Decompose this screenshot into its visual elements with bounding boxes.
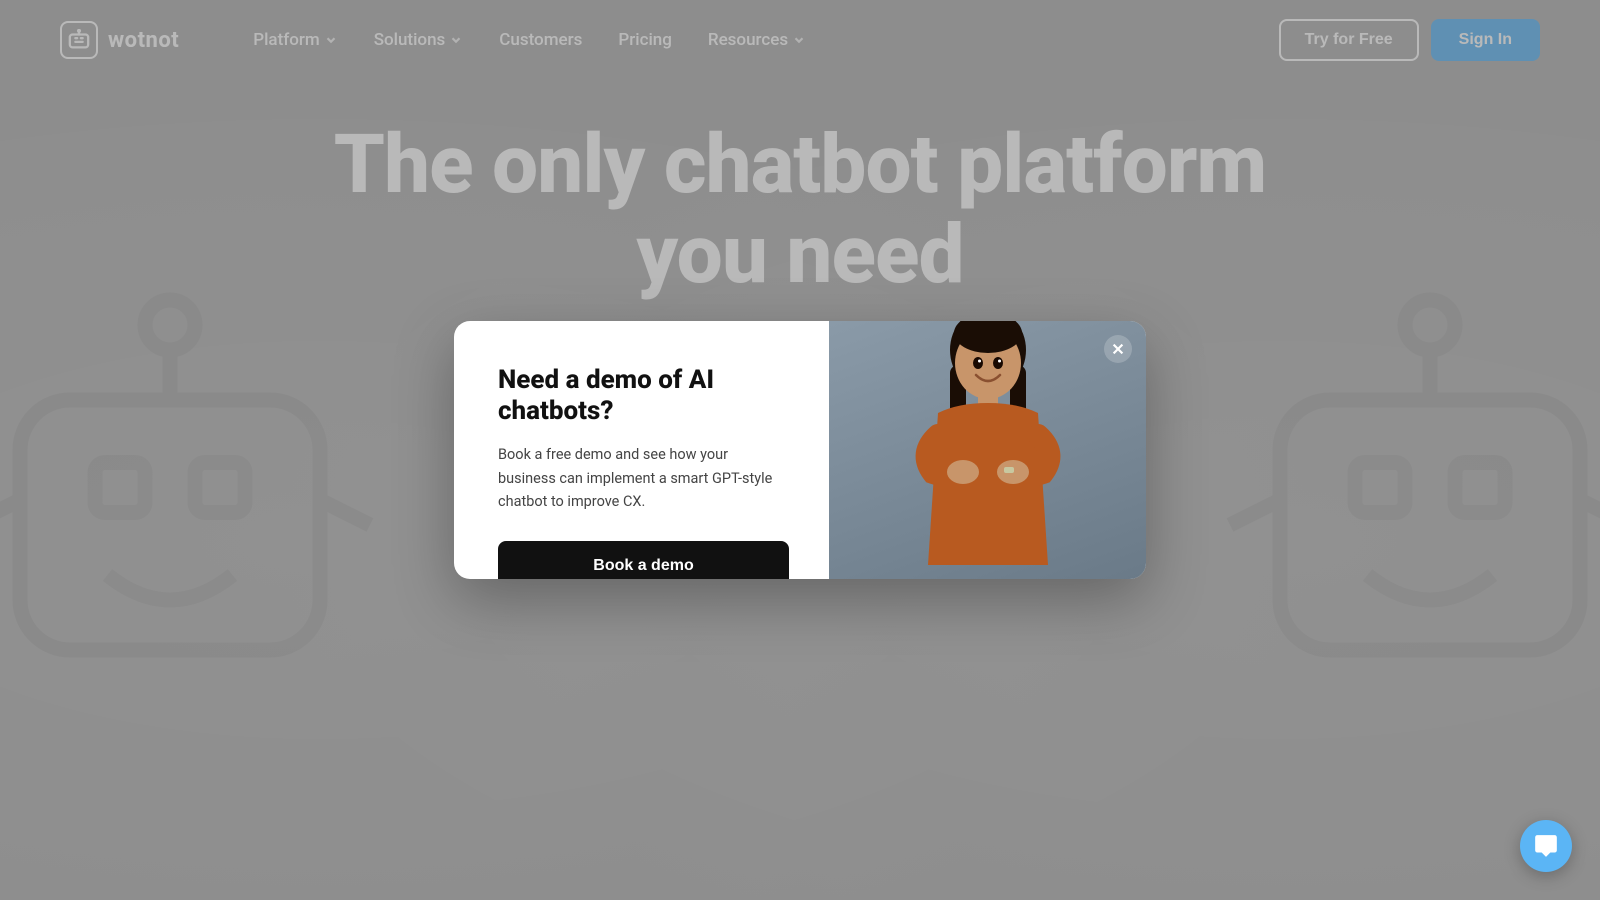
modal-image [829,321,1146,579]
book-demo-button[interactable]: Book a demo [498,541,789,579]
modal-overlay: Need a demo of AI chatbots? Book a free … [0,0,1600,900]
modal-title: Need a demo of AI chatbots? [498,365,789,427]
chat-icon [1533,833,1559,859]
modal-dialog: Need a demo of AI chatbots? Book a free … [454,321,1146,579]
modal-content: Need a demo of AI chatbots? Book a free … [454,321,829,579]
chat-widget-button[interactable] [1520,820,1572,872]
person-image [878,321,1098,579]
close-icon [1111,342,1125,356]
modal-close-button[interactable] [1104,335,1132,363]
modal-description: Book a free demo and see how your busine… [498,443,789,513]
